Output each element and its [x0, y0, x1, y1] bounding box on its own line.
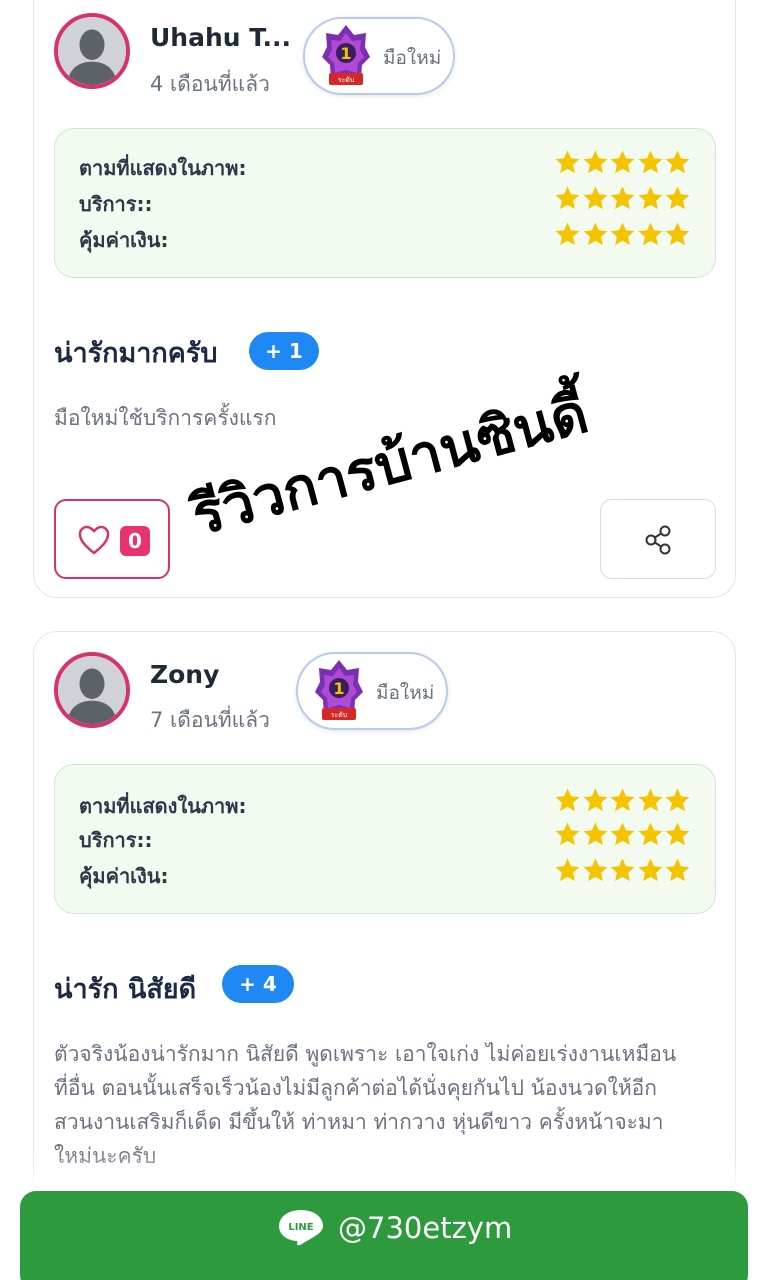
level-label: มือใหม่ [376, 682, 435, 704]
username[interactable]: Zony [150, 660, 219, 689]
avatar[interactable] [54, 13, 130, 89]
star-icon [583, 788, 607, 812]
avatar[interactable] [54, 652, 130, 728]
star-icon [638, 788, 662, 812]
star-rating [554, 220, 692, 250]
star-icon [610, 788, 635, 812]
star-rating [554, 148, 692, 178]
star-icon [555, 788, 580, 812]
share-icon [645, 525, 671, 555]
plus-badge[interactable]: + 1 [249, 332, 319, 370]
rating-row: ตามที่แสดงในภาพ: [79, 786, 691, 820]
star-icon [583, 858, 607, 882]
rating-row: บริการ:: [79, 184, 691, 218]
rating-label: บริการ:: [79, 192, 153, 216]
review-title: น่ารักมากครับ [54, 338, 218, 369]
rating-label: บริการ:: [79, 828, 153, 852]
star-icon [555, 222, 580, 246]
star-icon [610, 858, 635, 882]
star-icon [583, 186, 607, 210]
svg-text:ระดับ: ระดับ [338, 76, 355, 84]
star-icon [638, 150, 662, 174]
star-icon [665, 822, 690, 846]
ratings-box: ตามที่แสดงในภาพ: บริการ:: คุ้มค่าเงิน: [54, 128, 716, 278]
level-medal-icon: 1 ระดับ [315, 660, 363, 720]
level-badge: 1 ระดับ มือใหม่ [296, 652, 448, 730]
star-icon [555, 822, 580, 846]
rating-label: ตามที่แสดงในภาพ: [79, 156, 247, 180]
line-id-label: @730etzym [338, 1211, 513, 1245]
rating-row: ตามที่แสดงในภาพ: [79, 148, 691, 182]
star-icon [638, 822, 662, 846]
review-text-line: ที่อื่น ตอนนั้นเสร็จเร็วน้องไม่มีลูกค้าต… [54, 1076, 658, 1100]
rating-row: คุ้มค่าเงิน: [79, 856, 691, 890]
line-contact-button[interactable]: LINE @730etzym [20, 1191, 748, 1280]
rating-label: คุ้มค่าเงิน: [79, 228, 169, 252]
star-icon [555, 858, 580, 882]
rating-label: คุ้มค่าเงิน: [79, 864, 169, 888]
svg-text:ระดับ: ระดับ [331, 711, 348, 719]
star-icon [583, 222, 607, 246]
star-icon [610, 822, 635, 846]
user-silhouette-icon [58, 656, 126, 724]
like-button[interactable]: 0 [54, 499, 170, 579]
rating-row: คุ้มค่าเงิน: [79, 220, 691, 254]
star-icon [555, 186, 580, 210]
like-count: 0 [120, 526, 150, 556]
plus-badge[interactable]: + 4 [222, 965, 294, 1003]
username[interactable]: Uhahu T... [150, 23, 291, 52]
ratings-box: ตามที่แสดงในภาพ: บริการ:: คุ้มค่าเงิน: [54, 764, 716, 914]
star-icon [638, 858, 662, 882]
star-icon [610, 222, 635, 246]
user-silhouette-icon [58, 17, 126, 85]
review-title: น่ารัก นิสัยดี [54, 974, 197, 1005]
review-text-line: สวนงานเสริมก็เด็ด มีขึ้นให้ ท่าหมา ท่ากว… [54, 1110, 664, 1134]
star-icon [583, 822, 607, 846]
review-text-line: ตัวจริงน้องน่ารักมาก นิสัยดี พูดเพราะ เอ… [54, 1042, 677, 1066]
review-time: 4 เดือนที่แล้ว [150, 72, 270, 96]
rating-row: บริการ:: [79, 820, 691, 854]
star-icon [665, 150, 690, 174]
star-icon [583, 150, 607, 174]
svg-text:1: 1 [340, 44, 351, 63]
star-icon [610, 150, 635, 174]
review-text: มือใหม่ใช้บริการครั้งแรก [54, 406, 277, 430]
star-icon [638, 222, 662, 246]
star-icon [665, 788, 690, 812]
star-rating [554, 184, 692, 214]
share-button[interactable] [600, 499, 716, 579]
review-time: 7 เดือนที่แล้ว [150, 708, 270, 732]
star-icon [555, 150, 580, 174]
rating-label: ตามที่แสดงในภาพ: [79, 794, 247, 818]
level-medal-icon: 1 ระดับ [322, 25, 370, 85]
star-icon [610, 186, 635, 210]
star-icon [665, 186, 690, 210]
heart-icon [78, 525, 110, 555]
svg-text:1: 1 [333, 679, 344, 698]
star-rating [554, 856, 692, 886]
star-icon [665, 858, 690, 882]
star-rating [554, 820, 692, 850]
level-label: มือใหม่ [383, 47, 442, 69]
star-icon [638, 186, 662, 210]
star-icon [665, 222, 690, 246]
line-logo-icon: LINE [279, 1210, 323, 1246]
star-rating [554, 786, 692, 816]
svg-text:LINE: LINE [288, 1222, 313, 1233]
level-badge: 1 ระดับ มือใหม่ [303, 17, 455, 95]
